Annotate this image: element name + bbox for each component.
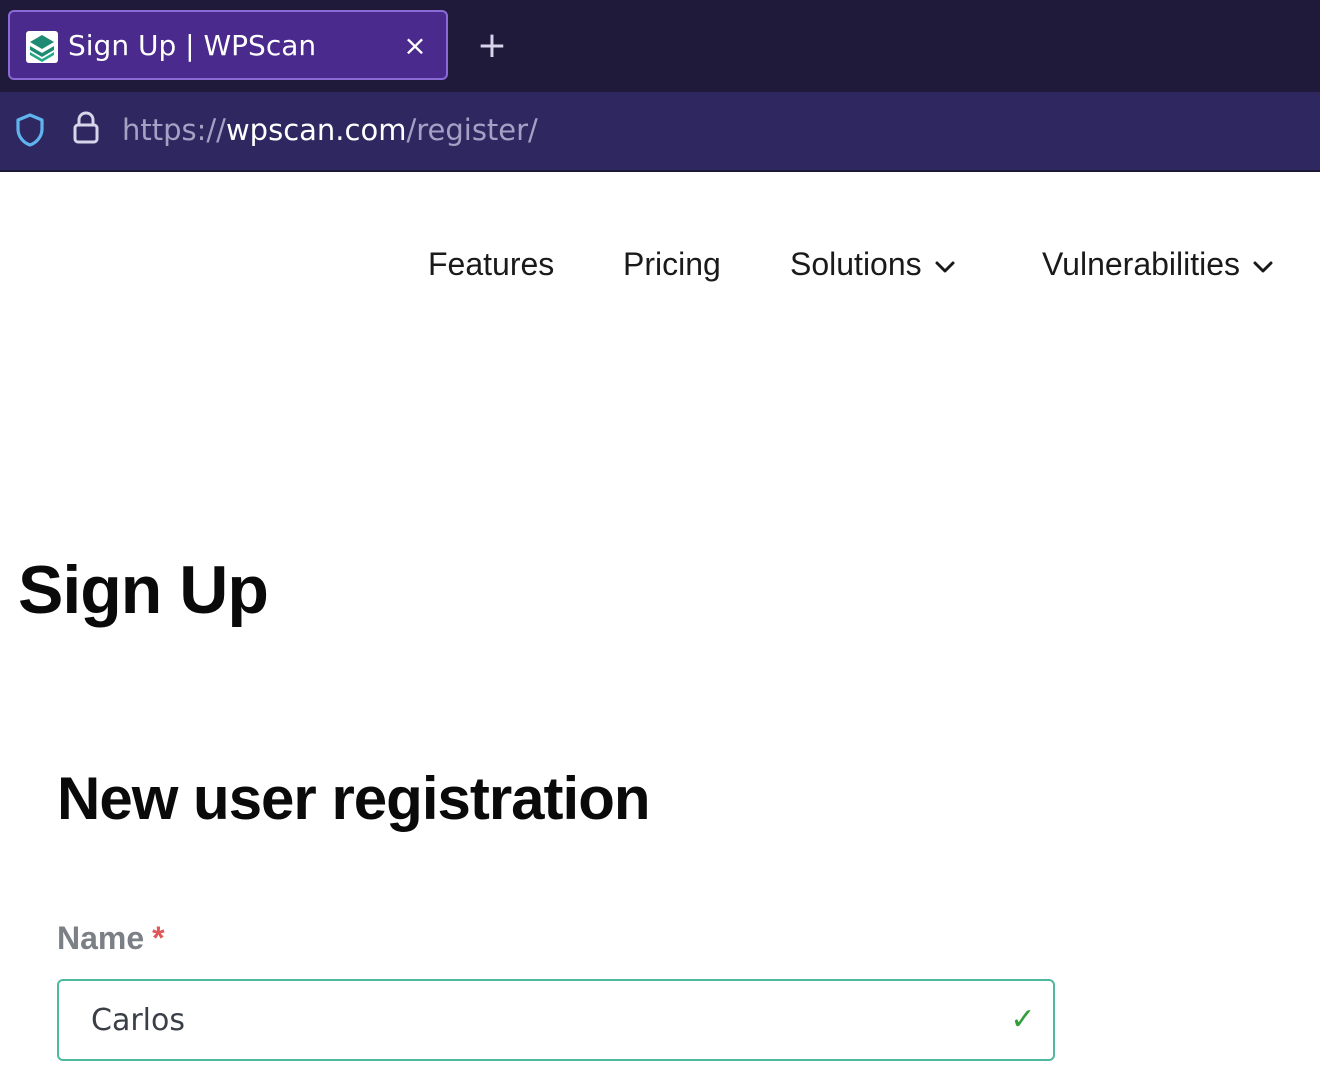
name-input[interactable]: [57, 979, 1055, 1061]
nav-link-vulnerabilities[interactable]: Vulnerabilities: [1042, 242, 1274, 286]
chevron-down-icon: [1253, 261, 1273, 273]
checkmark-icon: ✓: [1010, 1002, 1036, 1037]
required-marker: *: [152, 920, 165, 956]
nav-link-features[interactable]: Features: [428, 242, 554, 286]
browser-tab-bar: Sign Up | WPScan × +: [0, 0, 1320, 92]
shield-icon[interactable]: [14, 112, 46, 148]
form-heading: New user registration: [57, 765, 651, 832]
url-text[interactable]: https://wpscan.com/register/: [122, 112, 538, 148]
page-title: Sign Up: [18, 552, 269, 628]
new-tab-button[interactable]: +: [474, 28, 510, 64]
nav-link-pricing[interactable]: Pricing: [623, 242, 721, 286]
browser-tab-active[interactable]: Sign Up | WPScan ×: [8, 10, 448, 80]
nav-link-solutions[interactable]: Solutions: [790, 242, 956, 286]
tab-title: Sign Up | WPScan: [68, 29, 317, 62]
lock-icon[interactable]: [72, 110, 100, 146]
wpscan-logo-icon: [26, 31, 58, 63]
name-field-label: Name *: [57, 920, 165, 956]
chevron-down-icon: [935, 261, 955, 273]
close-tab-icon[interactable]: ×: [398, 29, 432, 63]
site-nav: Features Pricing Solutions Vulnerabiliti…: [0, 242, 1320, 286]
address-bar[interactable]: https://wpscan.com/register/: [0, 92, 1320, 172]
